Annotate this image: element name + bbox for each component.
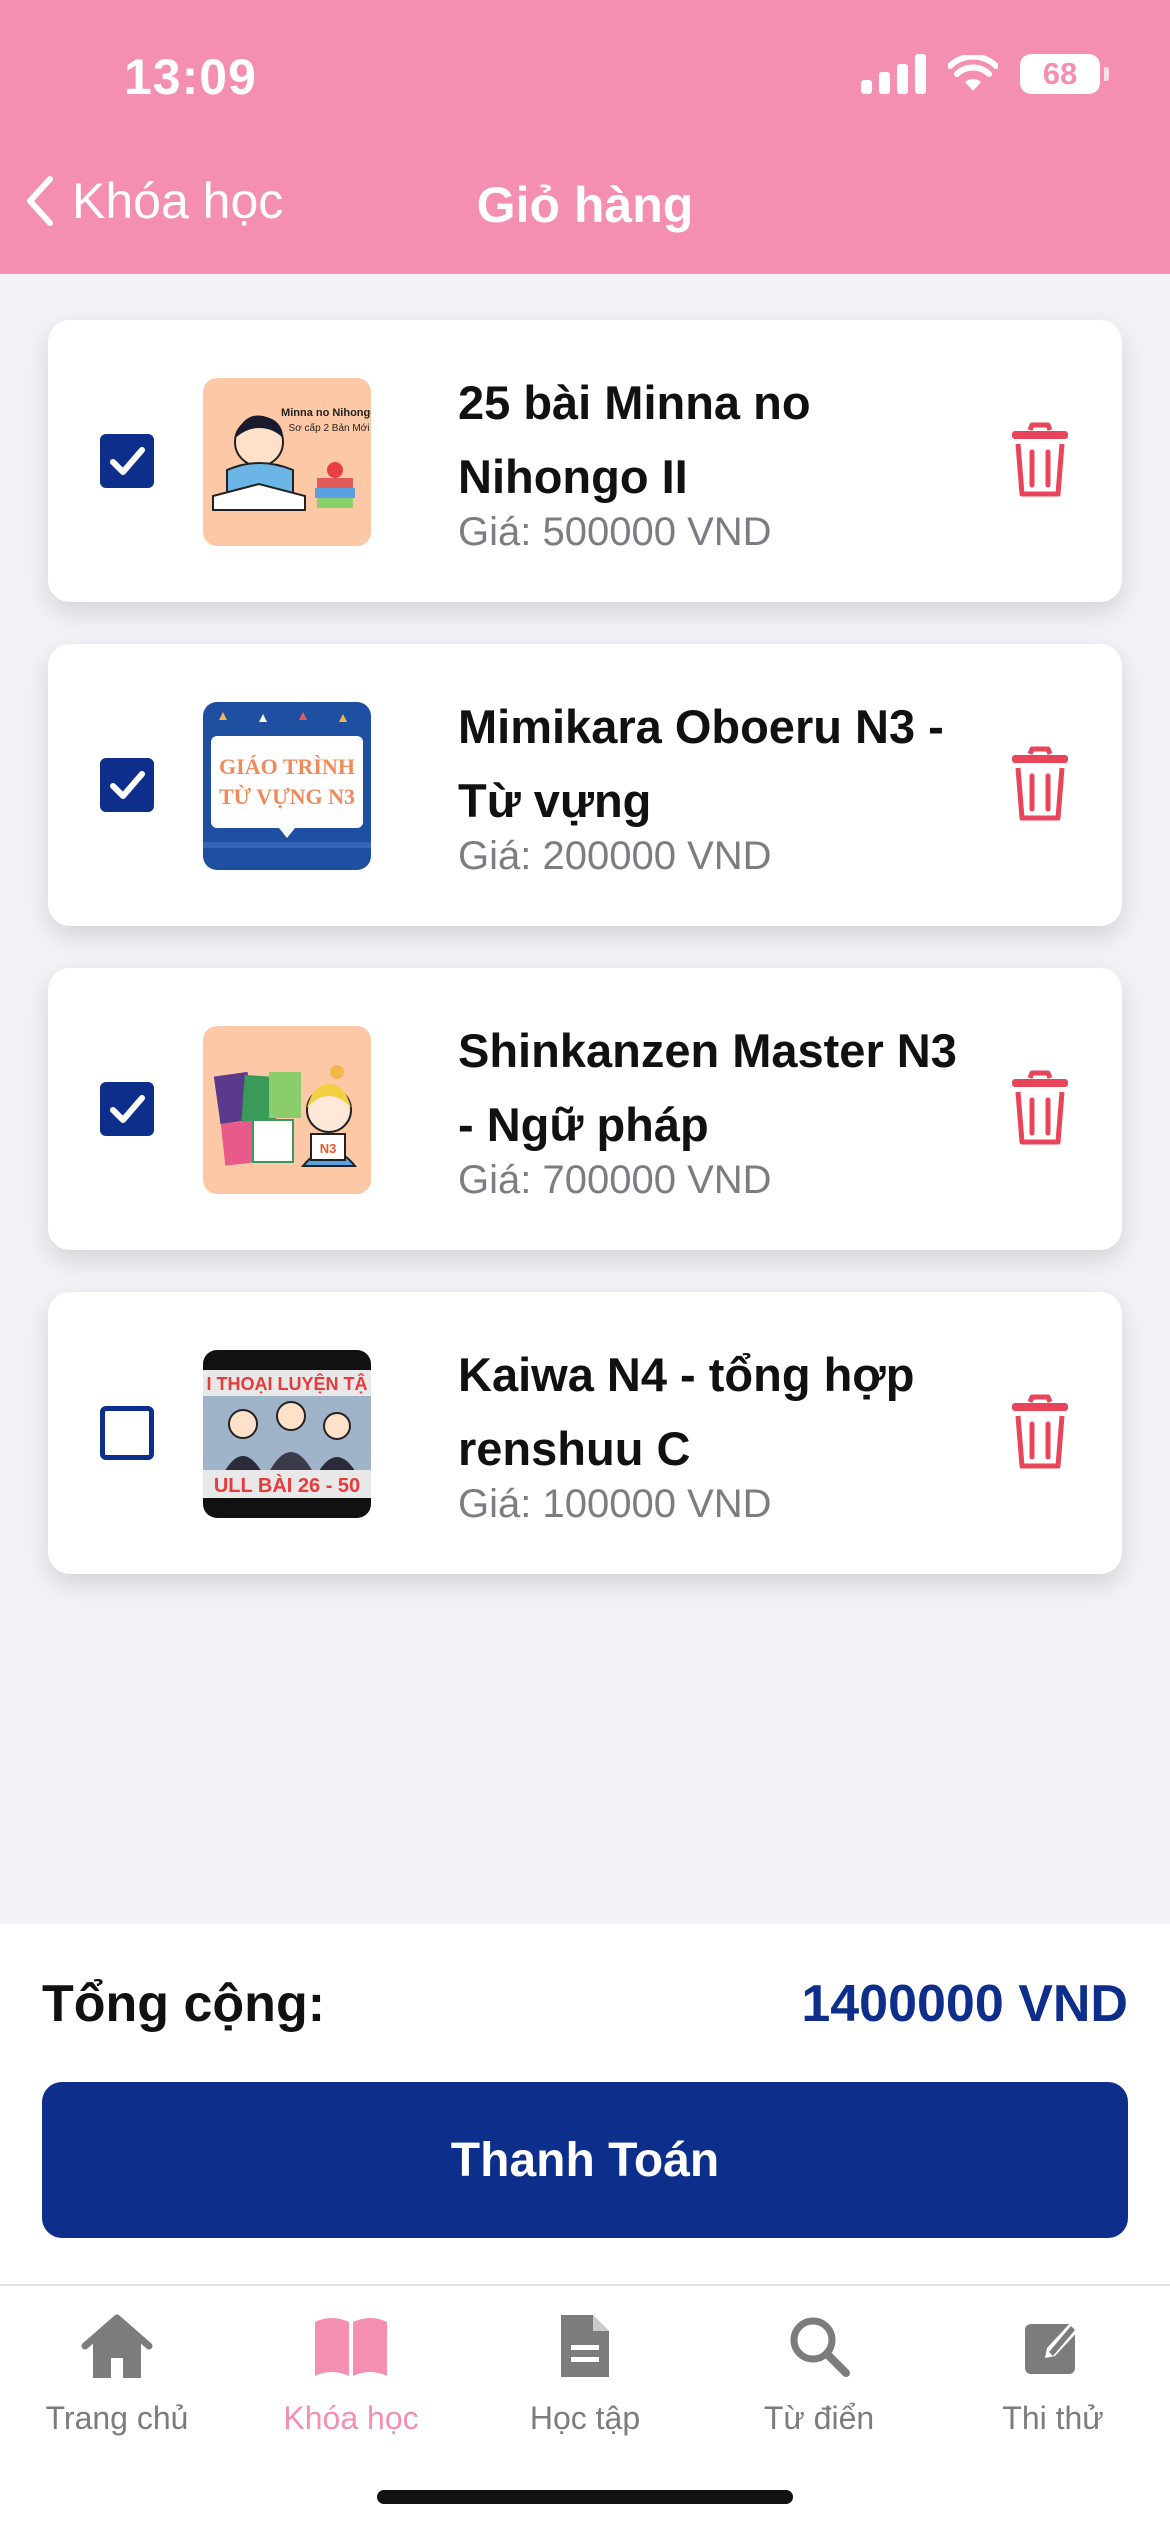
home-icon [81,2314,153,2378]
book-icon [315,2318,387,2376]
check-icon [110,1095,145,1123]
check-icon [110,771,145,799]
wifi-icon [948,55,998,91]
item-checkbox[interactable] [100,434,154,488]
item-price: Giá: 700000 VND [458,1158,772,1202]
header: 13:09 68 Khóa học Giỏ hàng [0,0,1170,274]
item-price: Giá: 500000 VND [458,510,772,554]
item-price: Giá: 100000 VND [458,1482,772,1526]
document-icon [561,2315,609,2377]
cart-item: N3 Shinkanzen Master N3 - Ngữ pháp Giá: … [48,968,1122,1250]
item-title: Shinkanzen Master N3 - Ngữ pháp [458,1024,957,1151]
tab-courses[interactable]: Khóa học [234,2306,468,2437]
edit-icon [1025,2320,1081,2374]
trash-icon[interactable] [1010,746,1070,822]
cart-item: Minna no Nihongo Sơ cấp 2 Bản Mới 25 bài… [48,320,1122,602]
course-thumbnail: I THOẠI LUYỆN TẬ ULL BÀI 26 - 50 [203,1350,371,1518]
checkout-button[interactable]: Thanh Toán [42,2082,1128,2238]
course-thumbnail: Minna no Nihongo Sơ cấp 2 Bản Mới [203,378,371,546]
item-price: Giá: 200000 VND [458,834,772,878]
trash-icon[interactable] [1010,1070,1070,1146]
order-summary: Tổng cộng: 1400000 VND Thanh Toán [0,1924,1170,2284]
search-icon [790,2317,850,2377]
item-checkbox[interactable] [100,1082,154,1136]
thumb-text: N3 [320,1141,337,1156]
check-icon [110,447,145,475]
tab-dictionary[interactable]: Từ điển [702,2306,936,2437]
course-thumbnail: GIÁO TRÌNH TỪ VỰNG N3 [203,702,371,870]
home-indicator [377,2490,793,2504]
total-label: Tổng cộng: [42,1975,326,2033]
tab-label: Thi thử [1002,2400,1104,2436]
thumb-text: Minna no Nihongo [281,407,371,419]
thumb-text: ULL BÀI 26 - 50 [214,1474,360,1497]
page-title: Giỏ hàng [476,177,694,233]
item-checkbox[interactable] [100,1406,154,1460]
tab-label: Từ điển [763,2400,875,2436]
status-time: 13:09 [124,49,257,105]
cart-item: GIÁO TRÌNH TỪ VỰNG N3 Mimikara Oboeru N3… [48,644,1122,926]
status-icons: 68 [861,54,1109,94]
cellular-signal-icon [861,54,926,94]
item-title: 25 bài Minna no Nihongo II [458,376,811,503]
tab-label: Học tập [529,2400,641,2436]
battery-icon: 68 [1020,54,1109,94]
thumb-text: Sơ cấp 2 Bản Mới [289,422,370,434]
thumb-text: TỪ VỰNG N3 [219,784,355,809]
cart-list: Minna no Nihongo Sơ cấp 2 Bản Mới 25 bài… [48,320,1122,1616]
course-thumbnail: N3 [203,1026,371,1194]
tab-label: Trang chủ [45,2400,189,2436]
tab-label: Khóa học [283,2400,419,2436]
tab-study[interactable]: Học tập [468,2306,702,2437]
item-checkbox[interactable] [100,758,154,812]
trash-icon[interactable] [1010,1394,1070,1470]
item-title: Kaiwa N4 - tổng hợp renshuu C [458,1348,915,1475]
thumb-text: I THOẠI LUYỆN TẬ [207,1373,368,1394]
tab-exam[interactable]: Thi thử [936,2306,1170,2437]
item-title: Mimikara Oboeru N3 - Từ vựng [458,700,944,827]
total-value: 1400000 VND [801,1975,1128,2033]
trash-icon[interactable] [1010,422,1070,498]
cart-item: I THOẠI LUYỆN TẬ ULL BÀI 26 - 50 Kaiwa N… [48,1292,1122,1574]
thumb-text: GIÁO TRÌNH [219,754,355,779]
tab-home[interactable]: Trang chủ [0,2306,234,2437]
